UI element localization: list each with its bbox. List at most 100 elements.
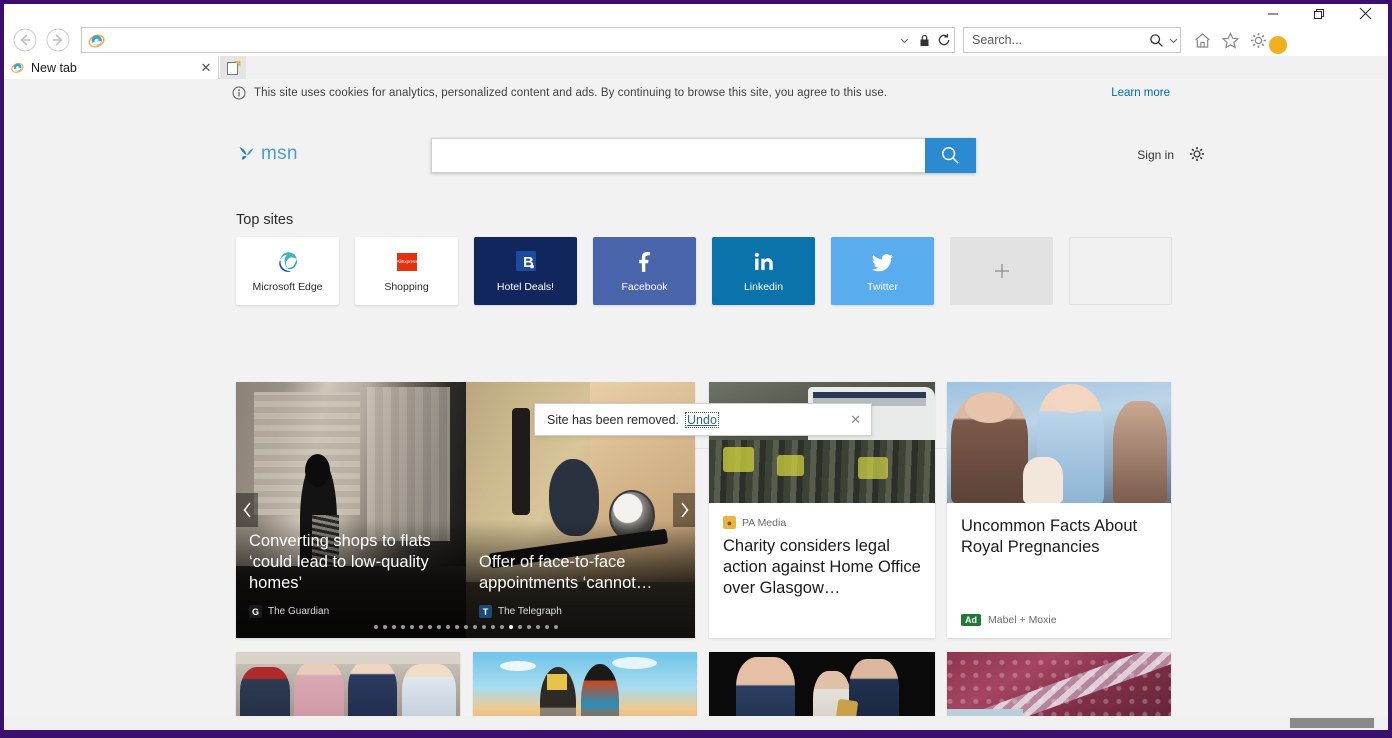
guardian-badge-icon: G [249,605,262,618]
carousel-dot[interactable] [418,625,423,629]
msn-logo-text: msn [261,143,298,164]
carousel-dot[interactable] [445,625,450,629]
news-card-image-royal [947,382,1171,503]
top-site-tile-facebook[interactable]: Facebook [593,237,696,305]
search-input[interactable] [964,29,1146,51]
account-avatar-icon[interactable] [1269,36,1287,54]
forward-button[interactable] [43,25,73,55]
news-card-title[interactable]: Uncommon Facts About Royal Pregnancies [961,516,1157,558]
tile-label: Shopping [384,281,429,293]
back-button[interactable] [10,25,40,55]
empty-top-site-slot[interactable] [1069,237,1172,305]
carousel-dot[interactable] [490,625,495,629]
booking-com-icon: B [513,249,539,275]
title-bar [4,4,1388,22]
minimize-button[interactable] [1250,4,1296,23]
hero-source-2: T The Telegraph [479,605,562,618]
browser-window: New tab ✕ Thi [0,0,1392,738]
msn-search-input[interactable] [431,138,925,173]
msn-header: msn Sign in [4,134,1388,189]
address-bar[interactable] [81,27,955,53]
msn-settings-gear-icon[interactable] [1188,145,1206,163]
tab-label: New tab [31,60,77,75]
refresh-icon[interactable] [934,28,954,52]
tab-new-tab[interactable]: New tab ✕ [4,56,219,79]
favorites-star-icon[interactable] [1217,26,1243,54]
ad-attribution: Ad Mabel + Moxie [961,614,1057,626]
carousel-dot[interactable] [499,625,504,629]
carousel-dot[interactable] [535,625,540,629]
telegraph-badge-icon: T [479,605,492,618]
page-viewport: This site uses cookies for analytics, pe… [4,79,1388,730]
carousel-dot[interactable] [391,625,396,629]
carousel-dot[interactable] [436,625,441,629]
horizontal-scrollbar[interactable] [4,716,1388,730]
carousel-dot[interactable] [517,625,522,629]
carousel-dot[interactable] [553,625,558,629]
sign-in-link[interactable]: Sign in [1137,148,1174,162]
news-card-body-royal: Uncommon Facts About Royal Pregnancies [947,503,1171,558]
maximize-button[interactable] [1296,4,1342,23]
account-avatar-wrap[interactable] [1269,26,1287,54]
carousel-dot[interactable] [382,625,387,629]
msn-search-button[interactable] [925,138,976,173]
carousel-dot[interactable] [508,625,513,629]
hero-slide-1[interactable]: Converting shops to flats ‘could lead to… [236,382,466,638]
search-provider-dropdown-icon[interactable] [1166,28,1180,52]
tab-close-icon[interactable]: ✕ [197,58,215,78]
top-site-tile-hotel-deals[interactable]: B Hotel Deals! [474,237,577,305]
carousel-dot[interactable] [454,625,459,629]
top-site-tile-twitter[interactable]: Twitter [831,237,934,305]
window-bottom-edge [0,730,1392,738]
toast-message: Site has been removed. [547,412,680,427]
carousel-dot[interactable] [481,625,486,629]
tools-gear-icon[interactable] [1245,26,1271,54]
carousel-prev-button[interactable] [236,493,258,527]
carousel-dot[interactable] [463,625,468,629]
top-site-tile-shopping[interactable]: AliExpress Shopping [355,237,458,305]
add-top-site-button[interactable] [950,237,1053,305]
carousel-dot[interactable] [544,625,549,629]
top-site-tile-linkedin[interactable]: Linkedin [712,237,815,305]
svg-text:AliExpress: AliExpress [396,259,418,264]
carousel-dot[interactable] [400,625,405,629]
tab-strip: New tab ✕ [4,56,1388,79]
carousel-dot[interactable] [409,625,414,629]
top-site-tile-microsoft-edge[interactable]: Microsoft Edge [236,237,339,305]
hero-title-2[interactable]: Offer of face-to-face appointments ‘cann… [479,552,688,594]
news-card-source-charity: ● PA Media [723,516,921,529]
toast-undo-link[interactable]: Undo [685,411,719,428]
facebook-icon [633,249,657,275]
cookie-notice-text: This site uses cookies for analytics, pe… [254,87,888,99]
carousel-dots [236,625,695,629]
toolbar-search-box[interactable] [963,27,1181,53]
scrollbar-thumb[interactable] [1290,718,1374,728]
toast-close-icon[interactable]: ✕ [850,412,861,428]
search-magnifier-icon[interactable] [1146,28,1166,52]
carousel-next-button[interactable] [673,493,695,527]
hero-source-name-1: The Guardian [268,606,330,617]
hero-source-1: G The Guardian [249,605,329,618]
msn-logo[interactable]: msn [236,143,298,165]
carousel-dot[interactable] [427,625,432,629]
address-input[interactable] [107,29,894,51]
ad-badge: Ad [961,614,981,626]
news-card-title[interactable]: Charity considers legal action against H… [723,536,921,599]
scrollbar-track[interactable] [4,716,1290,730]
pa-media-badge-icon: ● [723,516,736,529]
tab-favicon-icon [9,60,25,76]
carousel-dot[interactable] [472,625,477,629]
close-window-button[interactable] [1342,4,1388,23]
address-dropdown-icon[interactable] [894,28,914,52]
plus-icon [994,264,1009,278]
home-icon[interactable] [1189,26,1215,54]
new-tab-button[interactable] [220,56,246,79]
microsoft-edge-icon [276,249,300,275]
carousel-dot[interactable] [526,625,531,629]
carousel-dot[interactable] [373,625,378,629]
top-sites-row: Microsoft Edge AliExpress Shopping B Hot… [236,237,1172,305]
tile-label: Hotel Deals! [496,281,555,293]
hero-title-1[interactable]: Converting shops to flats ‘could lead to… [249,531,458,594]
news-card-royal-ad[interactable]: Uncommon Facts About Royal Pregnancies A… [947,382,1171,638]
learn-more-link[interactable]: Learn more [1111,87,1170,99]
